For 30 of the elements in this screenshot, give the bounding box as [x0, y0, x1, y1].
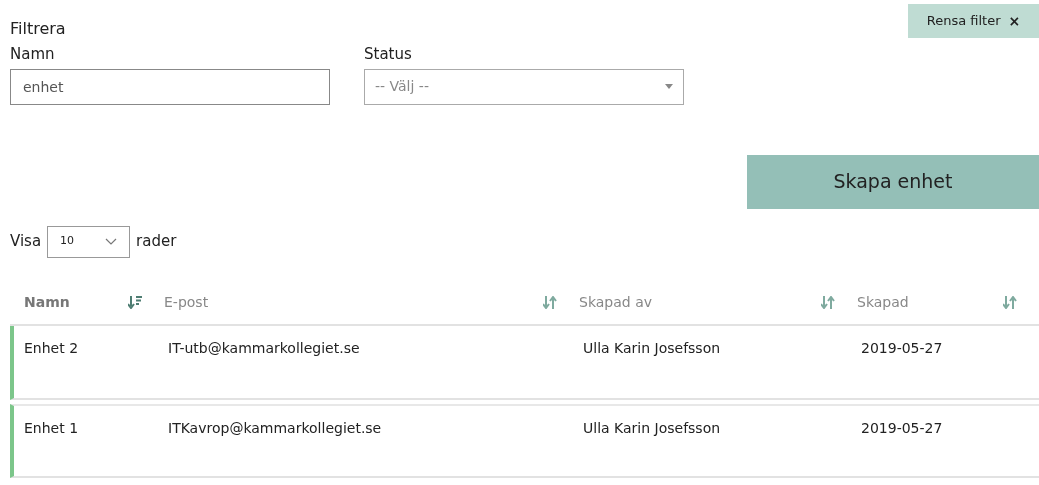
create-unit-button[interactable]: Skapa enhet — [747, 154, 1039, 209]
table-cell: Enhet 2 — [24, 339, 79, 356]
sort-icon[interactable] — [1003, 296, 1017, 309]
table-cell: ITKavrop@kammarkollegiet.se — [168, 419, 382, 436]
field-label: Namn — [10, 44, 56, 65]
column-header[interactable]: Skapad av — [579, 292, 652, 313]
clear-filter-button[interactable]: Rensa filter × — [908, 4, 1039, 38]
table-cell: IT-utb@kammarkollegiet.se — [168, 339, 360, 356]
rows-label: rader — [136, 231, 177, 253]
status-select[interactable]: -- Välj -- — [364, 68, 684, 105]
page-size-select[interactable]: 10 — [47, 225, 131, 258]
table-cell: 2019-05-27 — [861, 339, 943, 356]
table-cell: Enhet 1 — [24, 419, 79, 436]
column-header[interactable]: Namn — [24, 292, 70, 313]
sort-icon[interactable] — [821, 296, 835, 309]
column-header[interactable]: Skapad — [857, 292, 909, 313]
name-input[interactable]: enhet — [10, 68, 330, 105]
sort-descending-icon[interactable] — [128, 296, 142, 309]
table-cell: Ulla Karin Josefsson — [583, 339, 721, 356]
column-header[interactable]: E-post — [164, 292, 209, 313]
sort-icon[interactable] — [543, 296, 557, 309]
dropdown-arrow-icon — [665, 84, 673, 89]
show-label: Visa — [10, 231, 42, 253]
table-cell: Ulla Karin Josefsson — [583, 419, 721, 436]
section-title: Filtrera — [10, 18, 66, 40]
field-label: Status — [364, 44, 413, 65]
chevron-down-icon — [105, 237, 118, 246]
table-row[interactable]: Enhet 1 ITKavrop@kammarkollegiet.se Ulla Karin Josefsson 2019-05-27 — [10, 403, 1039, 478]
table-row[interactable]: Enhet 2 IT-utb@kammarkollegiet.se Ulla Karin Josefsson 2019-05-27 — [10, 325, 1039, 400]
table-cell: 2019-05-27 — [861, 419, 943, 436]
